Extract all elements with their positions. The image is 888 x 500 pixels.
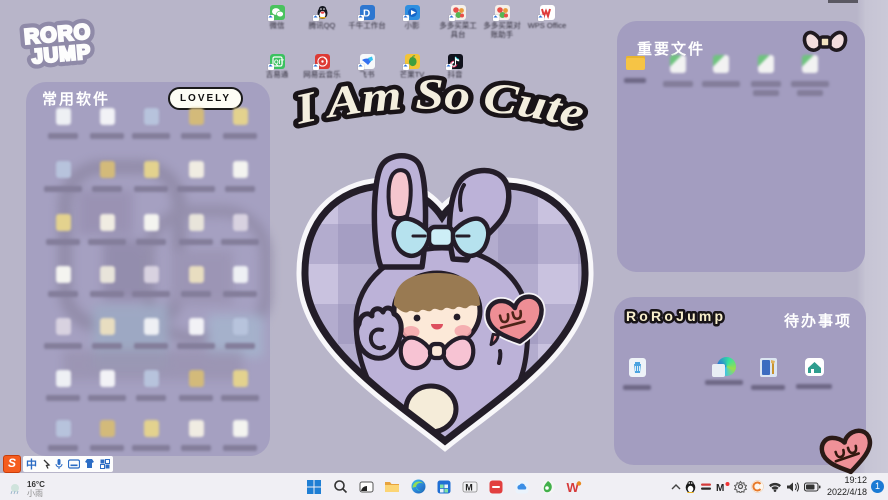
svg-text:JUMP: JUMP bbox=[31, 41, 92, 68]
svg-text:D: D bbox=[363, 9, 370, 20]
svg-text:QIT: QIT bbox=[274, 60, 284, 66]
svg-text:M: M bbox=[716, 483, 724, 493]
svg-text:M: M bbox=[465, 482, 473, 492]
svg-text:RoRoJump: RoRoJump bbox=[626, 308, 726, 324]
